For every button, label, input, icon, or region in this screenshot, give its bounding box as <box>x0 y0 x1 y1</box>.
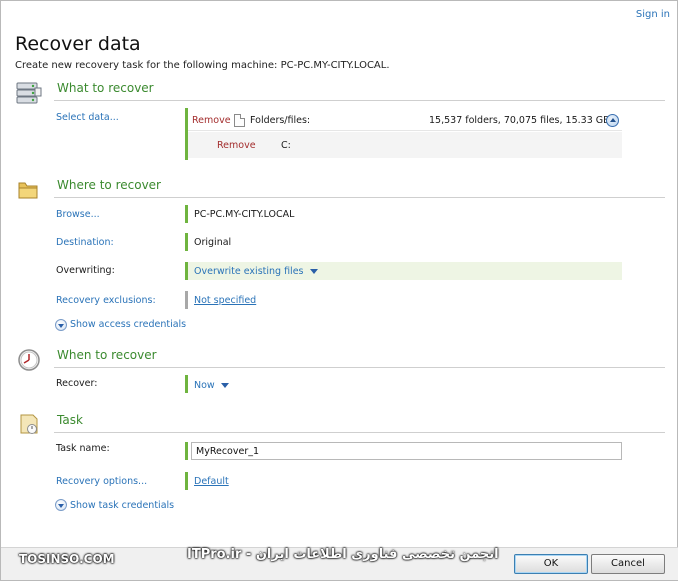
collapse-icon[interactable] <box>606 114 619 127</box>
cancel-button[interactable]: Cancel <box>591 554 665 574</box>
recovery-exclusions-link[interactable]: Recovery exclusions: <box>56 295 156 306</box>
what-to-recover-list: Remove Folders/files: 15,537 folders, 70… <box>185 108 622 160</box>
expand-icon[interactable] <box>55 499 67 511</box>
recover-when-dropdown[interactable]: Now <box>194 380 229 391</box>
item-type-label: Folders/files: <box>250 115 311 126</box>
section-title-where: Where to recover <box>57 178 161 192</box>
clock-icon <box>17 348 41 372</box>
section-divider <box>54 432 665 433</box>
section-divider <box>54 100 665 101</box>
accent-bar <box>185 205 188 223</box>
overwriting-dropdown[interactable]: Overwrite existing files <box>194 266 318 277</box>
exclusions-value-link[interactable]: Not specified <box>194 295 256 306</box>
task-icon <box>17 412 41 436</box>
accent-bar <box>185 375 188 393</box>
recover-when-value: Now <box>194 380 215 391</box>
chevron-down-icon <box>309 269 318 274</box>
show-task-credentials-link[interactable]: Show task credentials <box>70 500 174 511</box>
overwriting-label: Overwriting: <box>56 265 115 276</box>
section-divider <box>54 197 665 198</box>
section-title-when: When to recover <box>57 348 157 362</box>
accent-bar <box>185 472 188 490</box>
accent-bar <box>185 233 188 251</box>
page-title: Recover data <box>15 33 141 55</box>
item-summary: 15,537 folders, 70,075 files, 15.33 GB <box>429 115 610 126</box>
show-access-credentials-link[interactable]: Show access credentials <box>70 319 186 330</box>
ok-button[interactable]: OK <box>514 554 588 574</box>
section-divider <box>54 367 665 368</box>
accent-bar <box>185 291 188 309</box>
item-path: C: <box>281 140 291 151</box>
overwriting-value: Overwrite existing files <box>194 266 304 277</box>
select-data-link[interactable]: Select data... <box>56 112 119 123</box>
section-title-what: What to recover <box>57 81 154 95</box>
expand-icon[interactable] <box>55 319 67 331</box>
watermark-tosinso: TOSINSO.COM <box>19 552 115 566</box>
sign-in-link[interactable]: Sign in <box>636 9 670 20</box>
watermark-itpro: ITPro.ir - انجمن تخصصی فناوری اطلاعات ای… <box>187 547 499 562</box>
remove-link[interactable]: Remove <box>217 140 256 151</box>
page-subtitle: Create new recovery task for the followi… <box>15 60 390 71</box>
browse-link[interactable]: Browse... <box>56 209 100 220</box>
recover-label: Recover: <box>56 378 98 389</box>
recovery-options-value-link[interactable]: Default <box>194 476 229 487</box>
accent-bar <box>185 442 188 460</box>
machine-name: PC-PC.MY-CITY.LOCAL <box>194 209 295 220</box>
chevron-down-icon <box>220 383 229 388</box>
task-name-label: Task name: <box>56 443 110 454</box>
drives-icon <box>16 80 42 104</box>
recover-data-window: Sign in Recover data Create new recovery… <box>0 0 678 581</box>
folder-icon <box>16 178 40 202</box>
destination-link[interactable]: Destination: <box>56 237 114 248</box>
destination-value: Original <box>194 237 232 248</box>
accent-bar <box>185 262 188 280</box>
list-item: Remove Folders/files: 15,537 folders, 70… <box>188 108 622 131</box>
list-item: Remove C: <box>188 132 622 158</box>
task-name-input[interactable]: MyRecover_1 <box>191 442 622 460</box>
file-icon <box>234 114 245 127</box>
section-title-task: Task <box>57 413 83 427</box>
recovery-options-link[interactable]: Recovery options... <box>56 476 147 487</box>
remove-link[interactable]: Remove <box>192 115 231 126</box>
